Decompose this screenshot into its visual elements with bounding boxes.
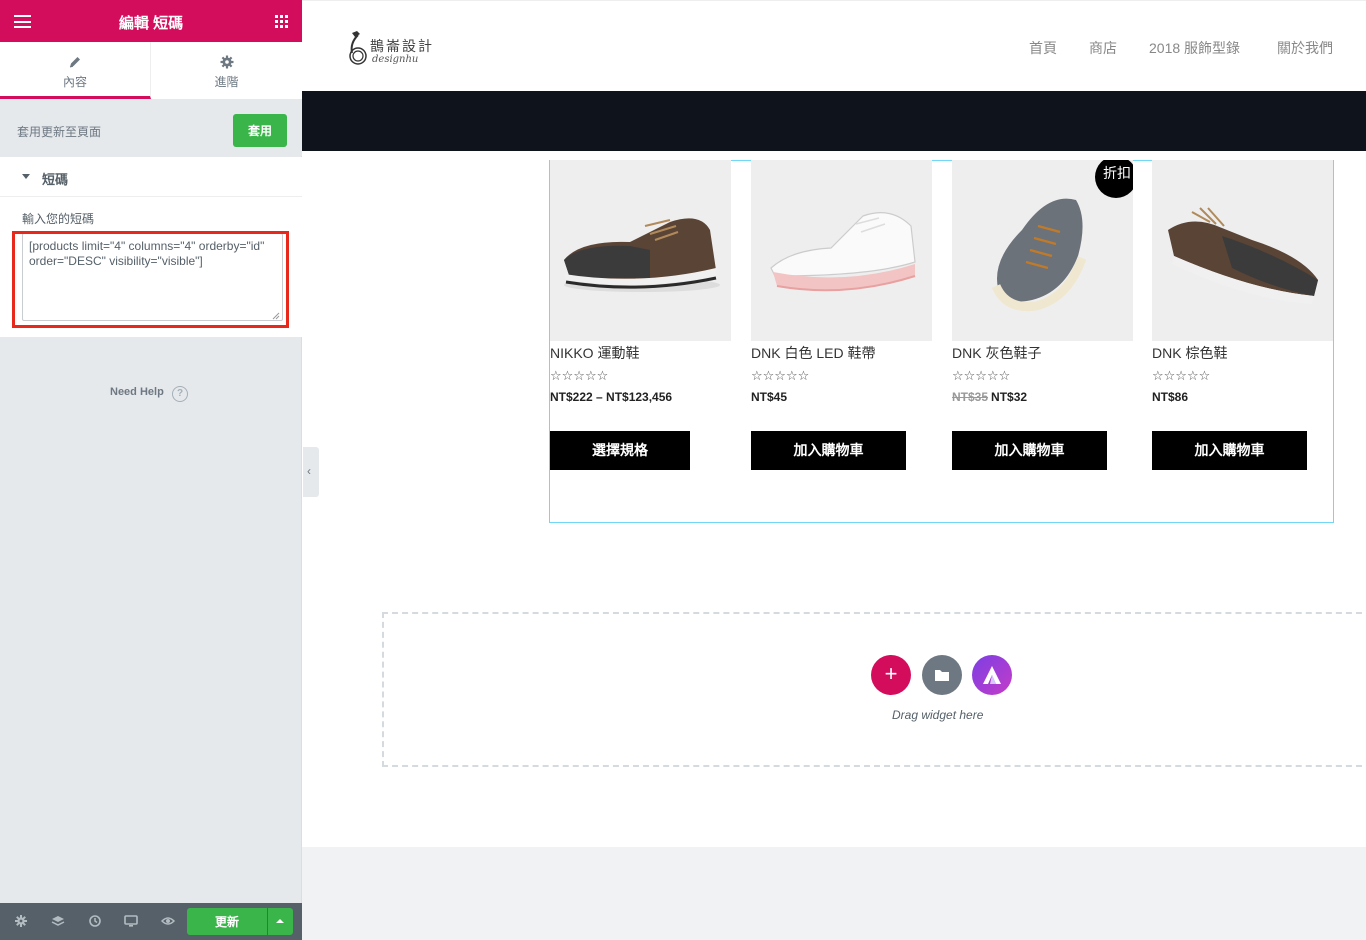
folder-icon <box>935 670 949 681</box>
rating-stars: ☆☆☆☆☆ <box>751 368 810 383</box>
sneaker-white-led-image <box>770 212 916 292</box>
widgets-grid-icon[interactable] <box>275 15 288 28</box>
apply-button[interactable]: 套用 <box>233 114 287 147</box>
site-header: 鵲崙設計 designhu 首頁 商店 2018 服飾型錄 關於我們 <box>302 0 1366 91</box>
product-name[interactable]: DNK 灰色鞋子 <box>952 343 1133 363</box>
add-section-button[interactable]: + <box>871 655 911 695</box>
product-name[interactable]: DNK 棕色鞋 <box>1152 343 1333 363</box>
empty-section-drop-zone[interactable] <box>382 612 1366 767</box>
apply-description: 套用更新至頁面 <box>17 125 102 139</box>
tab-advanced-label: 進階 <box>214 75 239 89</box>
product-name[interactable]: NIKKO 運動鞋 <box>550 343 731 363</box>
need-help-link[interactable]: Need Help <box>110 386 164 398</box>
help-icon[interactable]: ? <box>172 386 188 402</box>
chevron-left-icon: ‹ <box>307 464 311 478</box>
product-image[interactable]: 折扣 <box>952 160 1133 341</box>
sale-badge: 折扣 <box>1095 160 1133 198</box>
tab-advanced[interactable]: 進階 <box>151 42 302 99</box>
nav-shop[interactable]: 商店 <box>1089 38 1117 58</box>
astra-logo-icon <box>983 666 1001 684</box>
sneaker-brown-image <box>564 218 720 292</box>
panel-tabs: 內容 進階 <box>0 42 302 99</box>
shortcode-textarea[interactable]: [products limit="4" columns="4" orderby=… <box>22 233 283 321</box>
panel-title: 編輯 短碼 <box>118 15 184 32</box>
product-image[interactable] <box>1152 160 1333 341</box>
add-to-cart-button[interactable]: 加入購物車 <box>952 431 1107 470</box>
site-footer <box>302 847 1366 940</box>
product-card[interactable]: NIKKO 運動鞋 ☆☆☆☆☆ NT$222 – NT$123,456 <box>550 160 731 404</box>
hero-banner <box>302 91 1366 151</box>
site-logo[interactable]: 鵲崙設計 designhu <box>346 29 436 69</box>
responsive-desktop-icon[interactable] <box>124 914 138 928</box>
plus-icon: + <box>884 661 898 686</box>
product-price-value: NT$86 <box>1152 390 1189 404</box>
product-name[interactable]: DNK 白色 LED 鞋帶 <box>751 343 932 363</box>
product-price-value: NT$222 – NT$123,456 <box>550 390 673 404</box>
add-to-cart-button[interactable]: 加入購物車 <box>1152 431 1307 470</box>
product-price-value: NT$32 <box>991 390 1028 404</box>
nav-home[interactable]: 首頁 <box>1029 38 1057 58</box>
logo-mark-icon <box>349 31 367 65</box>
drag-widget-hint: Drag widget here <box>892 708 984 722</box>
navigator-layers-icon[interactable] <box>51 914 65 928</box>
panel-header: 編輯 短碼 <box>0 0 302 42</box>
caret-down-icon <box>22 174 30 179</box>
template-library-button[interactable] <box>922 655 962 695</box>
logo-chinese-text: 鵲崙設計 <box>370 38 434 54</box>
select-options-button[interactable]: 選擇規格 <box>550 431 690 470</box>
history-icon[interactable] <box>88 914 102 928</box>
nav-about[interactable]: 關於我們 <box>1277 38 1333 58</box>
tab-content[interactable]: 內容 <box>0 42 151 99</box>
rating-stars: ☆☆☆☆☆ <box>952 368 1011 383</box>
update-button[interactable]: 更新 <box>187 908 267 935</box>
pencil-icon <box>69 57 80 68</box>
collapse-panel-handle[interactable]: ‹ <box>303 447 319 497</box>
product-price: NT$45 <box>751 390 932 404</box>
rating-stars: ☆☆☆☆☆ <box>1152 368 1211 383</box>
tab-content-label: 內容 <box>62 75 87 89</box>
product-price-value: NT$45 <box>751 390 788 404</box>
product-price: NT$86 <box>1152 390 1333 404</box>
section-title: 短碼 <box>42 172 69 187</box>
product-price: NT$222 – NT$123,456 <box>550 390 731 404</box>
section-shortcode-header[interactable]: 短碼 <box>0 157 302 197</box>
product-card[interactable]: 折扣 DNK 灰色鞋子 ☆☆☆☆☆ NT$35 NT$32 <box>952 160 1133 404</box>
product-card[interactable]: DNK 棕色鞋 ☆☆☆☆☆ NT$86 <box>1152 160 1333 404</box>
gear-icon <box>220 55 233 69</box>
shortcode-field-label: 輸入您的短碼 <box>22 212 95 226</box>
add-to-cart-button[interactable]: 加入購物車 <box>751 431 906 470</box>
logo-english-text: designhu <box>372 54 419 65</box>
product-old-price: NT$35 <box>952 390 989 404</box>
sneaker-brown-leather-image <box>1168 207 1318 304</box>
product-image[interactable] <box>550 160 731 341</box>
product-price: NT$35 NT$32 <box>952 390 1133 404</box>
editor-panel: 編輯 短碼 內容 進階 套用更新至頁面 套用 短碼 輸入您的短碼 [produc… <box>0 0 302 940</box>
settings-icon[interactable] <box>14 914 28 928</box>
save-options-button[interactable] <box>268 908 293 935</box>
astra-templates-button[interactable] <box>972 655 1012 695</box>
section-shortcode-body: 輸入您的短碼 [products limit="4" columns="4" o… <box>0 197 302 337</box>
rating-stars: ☆☆☆☆☆ <box>550 368 609 383</box>
preview-eye-icon[interactable] <box>161 914 175 928</box>
resize-grip-icon[interactable] <box>272 312 280 320</box>
product-card[interactable]: DNK 白色 LED 鞋帶 ☆☆☆☆☆ NT$45 <box>751 160 932 404</box>
product-image[interactable] <box>751 160 932 341</box>
nav-catalog[interactable]: 2018 服飾型錄 <box>1149 38 1240 58</box>
